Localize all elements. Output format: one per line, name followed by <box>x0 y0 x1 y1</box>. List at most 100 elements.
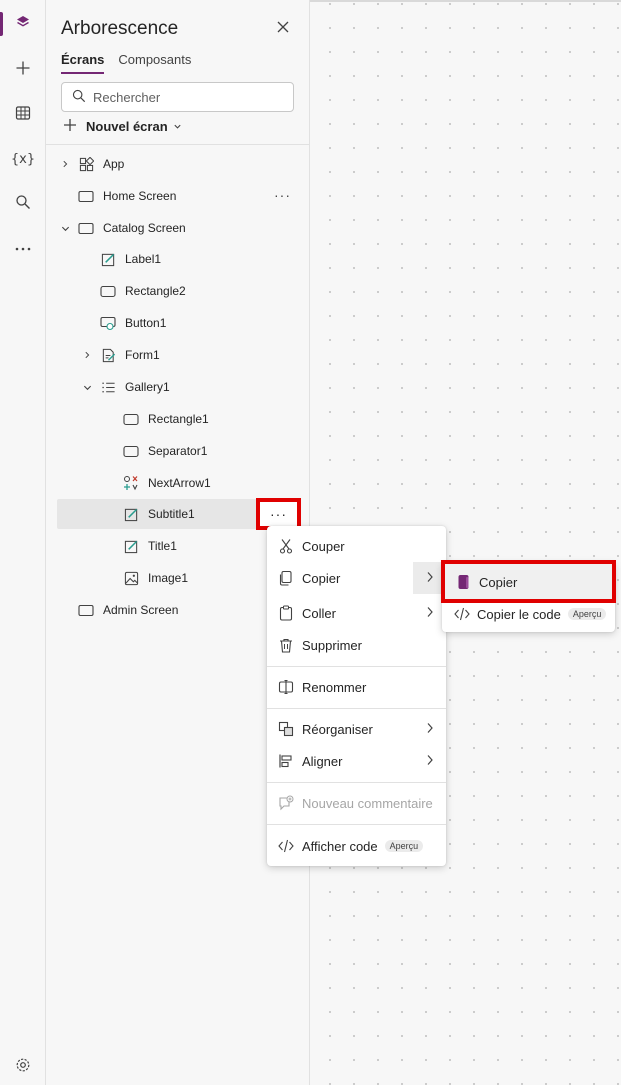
tree-item-label: NextArrow1 <box>148 476 211 490</box>
tree-item-app[interactable]: App <box>57 149 301 179</box>
close-icon <box>277 20 289 38</box>
chevron-right-icon <box>426 754 434 769</box>
code-icon <box>453 605 471 623</box>
tree-item-label: Button1 <box>125 316 167 330</box>
menu-item-rename[interactable]: Renommer <box>267 671 446 703</box>
layers-icon <box>15 14 31 35</box>
tree-item-label: Admin Screen <box>103 603 179 617</box>
align-icon <box>277 752 295 770</box>
tree-item-title1[interactable]: Title1 <box>57 531 301 561</box>
tree-item-rectangle1[interactable]: Rectangle1 <box>57 404 301 434</box>
form-icon <box>99 346 117 364</box>
icon-control-icon <box>122 474 140 492</box>
insert-button[interactable] <box>0 50 46 90</box>
more-rail-button[interactable] <box>0 227 46 267</box>
menu-divider <box>267 708 446 709</box>
tree-view-button[interactable] <box>0 4 46 44</box>
tree-item-catalog-screen[interactable]: Catalog Screen <box>57 213 301 243</box>
new-screen-button[interactable]: Nouvel écran <box>63 118 182 135</box>
chevron-right-icon <box>426 606 434 621</box>
search-placeholder: Rechercher <box>93 89 161 105</box>
left-rail: {x} <box>0 0 46 1085</box>
chevron-right-icon[interactable] <box>79 351 95 359</box>
rectangle-icon <box>122 410 140 428</box>
close-panel-button[interactable] <box>272 18 294 40</box>
data-button[interactable] <box>0 95 46 135</box>
search-icon <box>15 194 31 215</box>
tree-item-separator1[interactable]: Separator1 <box>57 436 301 466</box>
tree-item-label: Home Screen <box>103 189 177 203</box>
screen-icon <box>77 187 95 205</box>
copy-icon <box>277 569 295 587</box>
menu-item-reorder[interactable]: Réorganiser <box>267 713 446 745</box>
menu-divider <box>267 782 446 783</box>
search-button[interactable] <box>0 184 46 224</box>
menu-item-delete[interactable]: Supprimer <box>267 629 446 661</box>
menu-item-cut[interactable]: Couper <box>267 530 446 562</box>
tree-item-form1[interactable]: Form1 <box>57 340 301 370</box>
screen-icon <box>77 601 95 619</box>
search-icon <box>72 89 93 106</box>
tab-bar: Écrans Composants <box>61 52 191 74</box>
tree-item-label: Title1 <box>148 539 177 553</box>
menu-divider <box>267 666 446 667</box>
menu-item-paste[interactable]: Coller <box>267 597 446 629</box>
code-icon <box>277 837 295 855</box>
settings-button[interactable] <box>0 1047 46 1085</box>
copy-filled-icon <box>455 573 473 591</box>
tree-item-nextarrow1[interactable]: NextArrow1 <box>57 468 301 498</box>
more-options-icon[interactable]: ··· <box>274 187 291 203</box>
chevron-down-icon[interactable] <box>79 383 95 392</box>
menu-item-align[interactable]: Aligner <box>267 745 446 777</box>
menu-item-new-comment: Nouveau commentaire <box>267 787 446 819</box>
chevron-right-icon <box>426 571 434 586</box>
gallery-icon <box>99 378 117 396</box>
chevron-down-icon <box>173 119 182 134</box>
tree-item-admin-screen[interactable]: Admin Screen <box>57 595 301 625</box>
tab-components[interactable]: Composants <box>118 52 191 74</box>
context-menu: Couper Copier Coller Supprimer Renommer … <box>267 526 446 866</box>
plus-icon <box>63 118 77 135</box>
gear-icon <box>15 1057 31 1078</box>
tree-item-label: Image1 <box>148 571 189 585</box>
variables-icon: {x} <box>10 151 36 167</box>
tree-item-label: Rectangle1 <box>148 412 209 426</box>
tree-item-home-screen[interactable]: Home Screen ··· <box>57 181 301 211</box>
divider <box>46 144 310 145</box>
chevron-right-icon <box>426 722 434 737</box>
tree-item-button1[interactable]: Button1 <box>57 308 301 338</box>
table-icon <box>15 105 31 126</box>
tree-item-label: Label1 <box>125 252 162 266</box>
tree-item-label: Subtitle1 <box>148 507 195 521</box>
tree-item-gallery1[interactable]: Gallery1 <box>57 372 301 402</box>
rectangle-icon <box>122 442 140 460</box>
menu-item-copy[interactable]: Copier <box>267 562 446 594</box>
label-icon <box>99 250 117 268</box>
variables-button[interactable]: {x} <box>0 139 46 179</box>
comment-icon <box>277 794 295 812</box>
more-icon <box>15 238 31 256</box>
tree-item-label: Form1 <box>125 348 160 362</box>
rename-icon <box>277 678 295 696</box>
tree-item-label: Rectangle2 <box>125 284 186 298</box>
search-input[interactable]: Rechercher <box>61 82 294 112</box>
label-icon <box>122 537 140 555</box>
tree-item-label1[interactable]: Label1 <box>57 244 301 274</box>
tree-item-image1[interactable]: Image1 <box>57 563 301 593</box>
label-icon <box>122 505 140 523</box>
button-icon <box>99 314 117 332</box>
more-options-icon: ··· <box>270 506 287 522</box>
menu-item-show-code[interactable]: Afficher code Aperçu <box>267 830 446 862</box>
tab-screens[interactable]: Écrans <box>61 52 105 74</box>
tree-item-label: Separator1 <box>148 444 208 458</box>
tree-item-label: Gallery1 <box>125 380 170 394</box>
chevron-down-icon[interactable] <box>57 224 73 233</box>
plus-icon <box>15 60 31 81</box>
screen-icon <box>77 219 95 237</box>
tree-item-rectangle2[interactable]: Rectangle2 <box>57 276 301 306</box>
tree-item-label: App <box>103 157 125 171</box>
submenu-item-copy[interactable]: Copier <box>441 560 616 603</box>
chevron-right-icon[interactable] <box>57 160 73 168</box>
panel-title: Arborescence <box>61 18 179 39</box>
app-icon <box>77 155 95 173</box>
